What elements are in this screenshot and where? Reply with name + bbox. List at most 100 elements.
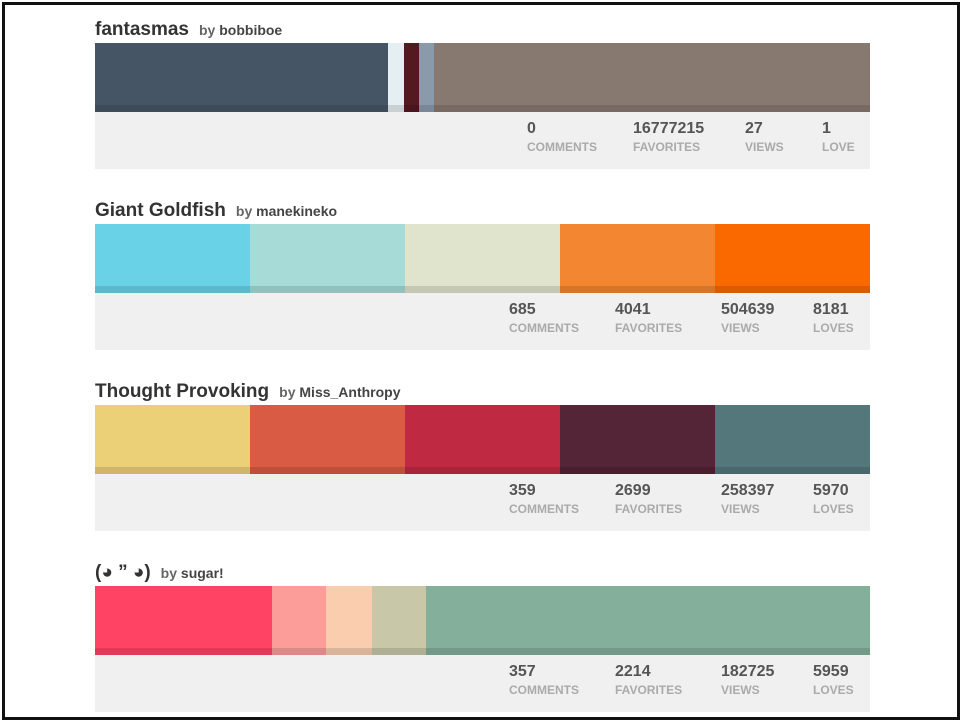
loves-label: LOVES: [813, 321, 854, 335]
views-stat: 27 VIEWS: [745, 120, 784, 154]
comments-count: 0: [527, 120, 536, 137]
favorites-count: 2214: [615, 663, 651, 680]
color-swatch[interactable]: [95, 405, 250, 474]
by-label: by: [160, 565, 178, 581]
comments-stat[interactable]: 685 COMMENTS: [509, 301, 579, 335]
stats-bar: 685 COMMENTS 4041 FAVORITES 504639 VIEWS 81…: [95, 293, 870, 350]
loves-count: 8181: [813, 301, 849, 318]
views-stat: 504639 VIEWS: [721, 301, 774, 335]
favorites-label: FAVORITES: [633, 140, 701, 154]
color-swatch[interactable]: [272, 586, 326, 655]
views-label: VIEWS: [721, 321, 760, 335]
color-swatch[interactable]: [426, 586, 870, 655]
color-swatch[interactable]: [326, 586, 372, 655]
views-stat: 182725 VIEWS: [721, 663, 774, 697]
favorites-stat[interactable]: 4041 FAVORITES: [615, 301, 682, 335]
favorites-stat[interactable]: 16777215 FAVORITES: [633, 120, 704, 154]
loves-stat[interactable]: 1 LOVE: [822, 120, 855, 154]
color-swatch[interactable]: [388, 43, 404, 112]
favorites-count: 2699: [615, 482, 651, 499]
palette-author: by bobbiboe: [199, 22, 282, 38]
loves-label: LOVE: [822, 140, 855, 154]
palette-title[interactable]: (◕ ” ◕): [95, 562, 151, 583]
views-count: 258397: [721, 482, 775, 499]
color-swatch[interactable]: [434, 43, 870, 112]
color-swatch[interactable]: [405, 405, 560, 474]
color-swatches[interactable]: [95, 43, 870, 112]
comments-label: COMMENTS: [509, 321, 579, 335]
author-link[interactable]: manekineko: [256, 203, 337, 219]
comments-label: COMMENTS: [527, 140, 597, 154]
stats-bar: 357 COMMENTS 2214 FAVORITES 182725 VIEWS 59…: [95, 655, 870, 712]
color-swatch[interactable]: [715, 224, 870, 293]
color-swatch[interactable]: [404, 43, 419, 112]
favorites-count: 16777215: [633, 120, 705, 137]
author-link[interactable]: Miss_Anthropy: [299, 384, 400, 400]
palette-author: by manekineko: [236, 203, 337, 219]
color-swatches[interactable]: [95, 586, 870, 655]
comments-count: 359: [509, 482, 536, 499]
color-swatch[interactable]: [405, 224, 560, 293]
comments-stat[interactable]: 357 COMMENTS: [509, 663, 579, 697]
loves-stat[interactable]: 5970 LOVES: [813, 482, 854, 516]
loves-label: LOVES: [813, 502, 854, 516]
by-label: by: [279, 384, 296, 400]
stats-bar: 359 COMMENTS 2699 FAVORITES 258397 VIEWS 59…: [95, 474, 870, 531]
palette-title[interactable]: Thought Provoking: [95, 381, 269, 402]
comments-count: 685: [509, 301, 536, 318]
color-swatches[interactable]: [95, 405, 870, 474]
views-label: VIEWS: [721, 683, 760, 697]
favorites-label: FAVORITES: [615, 502, 683, 516]
stats-bar: 0 COMMENTS 16777215 FAVORITES 27 VIEWS 1 LOV…: [95, 112, 870, 169]
color-swatch[interactable]: [715, 405, 870, 474]
palette-card[interactable]: (◕ ” ◕) by sugar! 357 COMMENTS 2214 FAVORIT…: [95, 562, 870, 712]
views-count: 182725: [721, 663, 775, 680]
loves-stat[interactable]: 5959 LOVES: [813, 663, 854, 697]
loves-stat[interactable]: 8181 LOVES: [813, 301, 854, 335]
palette-card[interactable]: Giant Goldfish by manekineko 685 COMMENTS …: [95, 200, 870, 350]
palette-card[interactable]: Thought Provoking by Miss_Anthropy 359 COM…: [95, 381, 870, 531]
favorites-label: FAVORITES: [615, 321, 683, 335]
loves-count: 5959: [813, 663, 849, 680]
author-link[interactable]: bobbiboe: [219, 22, 282, 38]
palette-header: Giant Goldfish by manekineko: [95, 200, 337, 222]
loves-label: LOVES: [813, 683, 854, 697]
by-label: by: [199, 22, 216, 38]
comments-count: 357: [509, 663, 536, 680]
loves-count: 5970: [813, 482, 849, 499]
palette-title[interactable]: fantasmas: [95, 19, 189, 40]
by-label: by: [235, 203, 253, 219]
palette-author: by Miss_Anthropy: [279, 384, 400, 400]
palette-card[interactable]: fantasmas by bobbiboe 0 COMMENTS 16777215 F…: [95, 19, 870, 169]
views-label: VIEWS: [745, 140, 784, 154]
favorites-stat[interactable]: 2699 FAVORITES: [615, 482, 682, 516]
palette-header: Thought Provoking by Miss_Anthropy: [95, 381, 401, 403]
favorites-label: FAVORITES: [615, 683, 683, 697]
views-count: 504639: [721, 301, 775, 318]
color-swatch[interactable]: [95, 586, 272, 655]
color-swatches[interactable]: [95, 224, 870, 293]
palette-header: (◕ ” ◕) by sugar!: [95, 562, 224, 584]
color-swatch[interactable]: [372, 586, 426, 655]
palette-title[interactable]: Giant Goldfish: [95, 200, 226, 221]
color-swatch[interactable]: [419, 43, 434, 112]
loves-count: 1: [822, 120, 831, 137]
views-stat: 258397 VIEWS: [721, 482, 774, 516]
views-label: VIEWS: [721, 502, 760, 516]
comments-stat[interactable]: 359 COMMENTS: [509, 482, 579, 516]
favorites-stat[interactable]: 2214 FAVORITES: [615, 663, 682, 697]
comments-label: COMMENTS: [509, 502, 579, 516]
color-swatch[interactable]: [95, 224, 250, 293]
color-swatch[interactable]: [95, 43, 388, 112]
comments-stat[interactable]: 0 COMMENTS: [527, 120, 597, 154]
author-link[interactable]: sugar!: [181, 565, 224, 581]
views-count: 27: [745, 120, 763, 137]
color-swatch[interactable]: [250, 405, 405, 474]
comments-label: COMMENTS: [509, 683, 579, 697]
palette-header: fantasmas by bobbiboe: [95, 19, 282, 41]
color-swatch[interactable]: [560, 224, 715, 293]
palette-author: by sugar!: [161, 565, 224, 581]
color-swatch[interactable]: [560, 405, 715, 474]
color-swatch[interactable]: [250, 224, 405, 293]
favorites-count: 4041: [615, 301, 651, 318]
